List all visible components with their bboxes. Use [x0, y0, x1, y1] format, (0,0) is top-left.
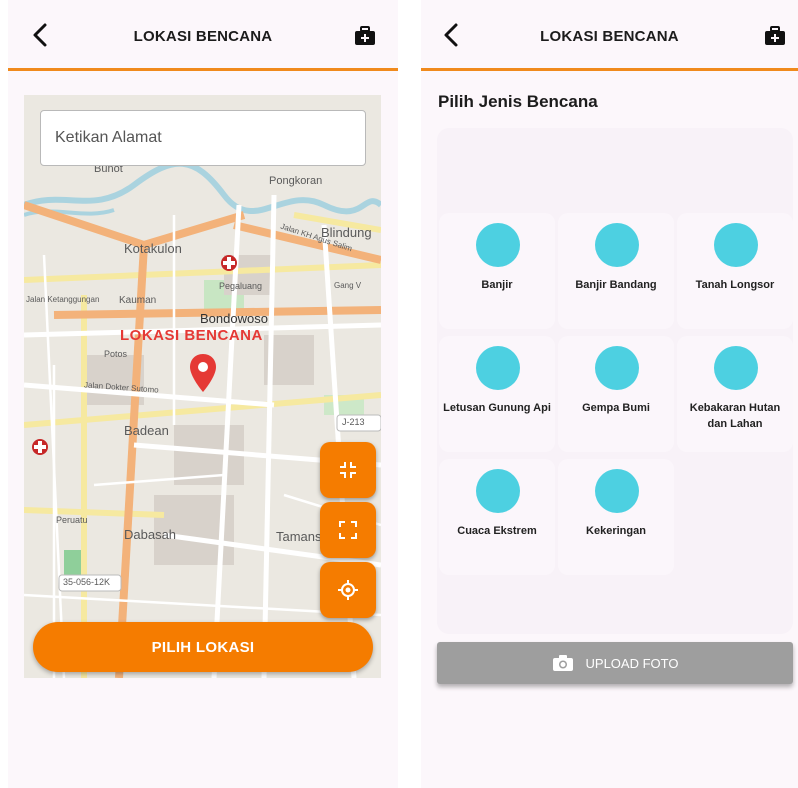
map-pin-icon[interactable]	[189, 353, 217, 393]
disaster-label: Banjir Bandang	[575, 279, 657, 291]
disaster-label: Kebakaran Hutan dan Lahan	[689, 402, 781, 430]
app-bar: LOKASI BENCANA	[8, 0, 398, 71]
map-label: Potos	[104, 349, 128, 359]
disaster-icon	[714, 223, 758, 267]
map-label: Peruatu	[56, 515, 88, 525]
disaster-label: Kekeringan	[586, 525, 646, 537]
disaster-label: Gempa Bumi	[582, 402, 650, 414]
disaster-icon	[476, 223, 520, 267]
map-label: Badean	[124, 423, 169, 438]
first-aid-kit-icon[interactable]	[764, 26, 786, 46]
disaster-icon	[476, 346, 520, 390]
disaster-option-gempa-bumi[interactable]: Gempa Bumi	[558, 336, 674, 452]
disaster-icon	[476, 469, 520, 513]
map-label: Pegaluang	[219, 281, 263, 291]
first-aid-kit-icon[interactable]	[354, 26, 376, 46]
page-title: LOKASI BENCANA	[540, 28, 679, 45]
map-label: Pongkoran	[269, 175, 323, 187]
disaster-icon	[595, 346, 639, 390]
app-bar: LOKASI BENCANA	[421, 0, 798, 71]
address-search-input[interactable]	[40, 110, 366, 166]
disaster-option-kekeringan[interactable]: Kekeringan	[558, 459, 674, 575]
disaster-type-screen: LOKASI BENCANA Pilih Jenis Bencana Banji…	[421, 0, 798, 788]
camera-icon	[552, 655, 573, 671]
upload-photo-label: UPLOAD FOTO	[585, 655, 679, 671]
my-location-button[interactable]	[320, 562, 376, 618]
map-view[interactable]: Pongkoran Bunot Blindung Kotakulon Jalan…	[24, 95, 381, 678]
map-label: Gang V	[334, 281, 362, 290]
map-label: Jalan Ketanggungan	[26, 295, 100, 304]
disaster-option-banjir-bandang[interactable]: Banjir Bandang	[558, 213, 674, 329]
map-screen: LOKASI BENCANA Pongkoran Bunot Blindung …	[8, 0, 398, 788]
map-label: 35-056-12K	[63, 577, 111, 587]
disaster-option-banjir[interactable]: Banjir	[439, 213, 555, 329]
fullscreen-icon	[339, 521, 357, 539]
disaster-location-label: LOKASI BENCANA	[120, 327, 263, 344]
disaster-option-tanah-longsor[interactable]: Tanah Longsor	[677, 213, 793, 329]
disaster-icon	[595, 469, 639, 513]
map-label: J-213	[342, 417, 365, 427]
map-label: Bondowoso	[200, 311, 268, 326]
zoom-out-button[interactable]	[320, 502, 376, 558]
map-label: Kotakulon	[124, 241, 182, 256]
disaster-label: Letusan Gunung Api	[443, 402, 551, 414]
zoom-in-button[interactable]	[320, 442, 376, 498]
disaster-option-letusan-gunung-api[interactable]: Letusan Gunung Api	[439, 336, 555, 452]
section-title: Pilih Jenis Bencana	[438, 92, 598, 111]
disaster-label: Tanah Longsor	[695, 279, 775, 291]
disaster-label: Banjir	[481, 279, 513, 291]
disaster-icon	[714, 346, 758, 390]
disaster-icon	[595, 223, 639, 267]
map-label: Kauman	[119, 295, 157, 306]
my-location-icon	[338, 580, 358, 600]
disaster-option-cuaca-ekstrem[interactable]: Cuaca Ekstrem	[439, 459, 555, 575]
disaster-type-grid: Banjir Banjir Bandang Tanah Longsor Letu…	[437, 128, 793, 634]
disaster-label: Cuaca Ekstrem	[457, 525, 537, 537]
map-label: Dabasah	[124, 527, 177, 542]
page-title: LOKASI BENCANA	[133, 28, 273, 45]
pick-location-button[interactable]: PILIH LOKASI	[33, 622, 373, 672]
disaster-option-kebakaran-hutan[interactable]: Kebakaran Hutan dan Lahan	[677, 336, 793, 452]
upload-photo-button[interactable]: UPLOAD FOTO	[437, 642, 793, 684]
fullscreen-exit-icon	[340, 462, 356, 478]
